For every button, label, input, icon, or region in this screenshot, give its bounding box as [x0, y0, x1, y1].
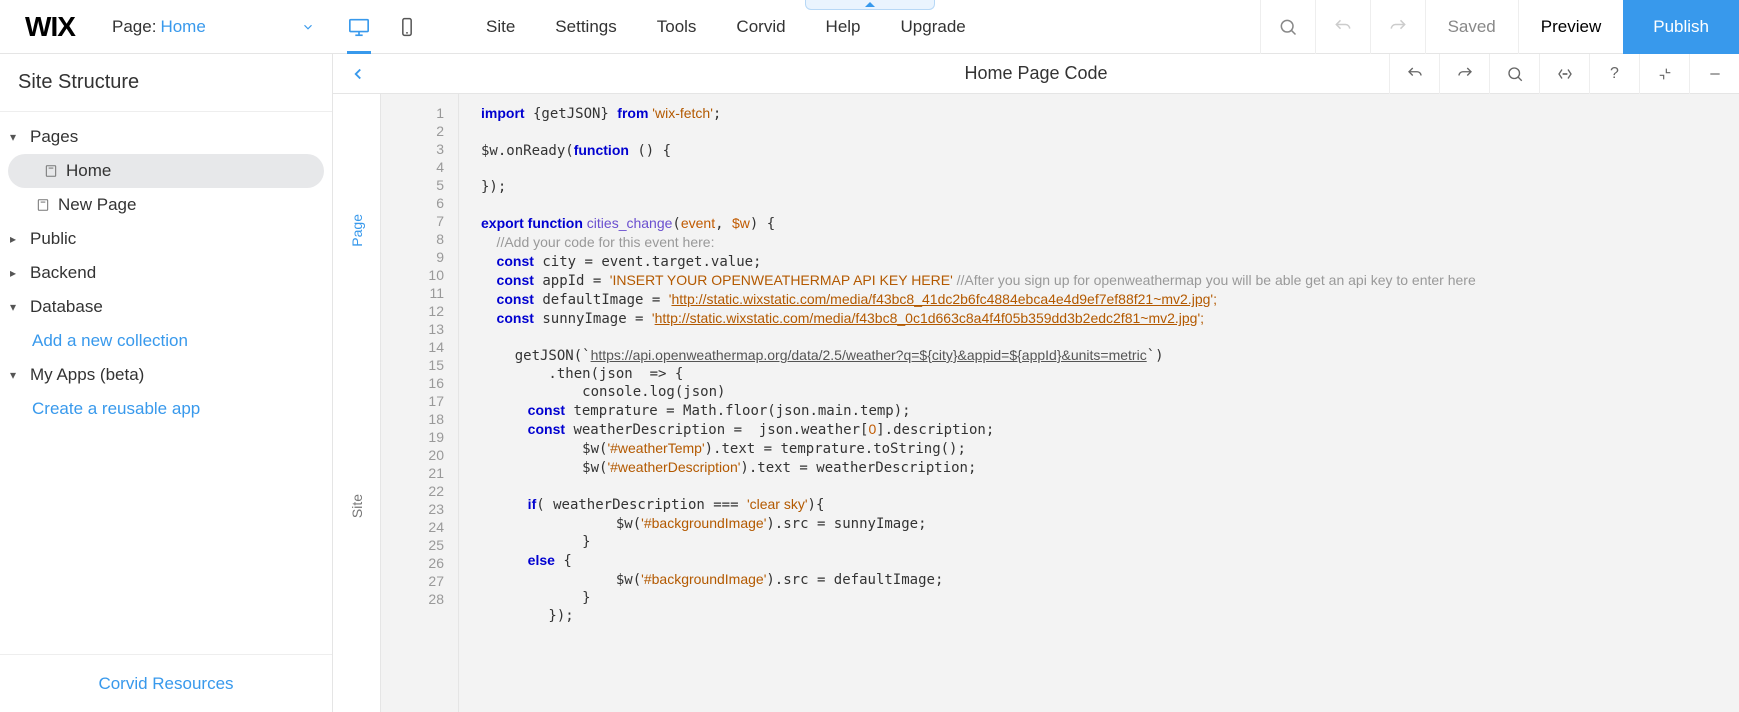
- line-gutter: 1234567891011121314151617181920212223242…: [381, 94, 459, 712]
- vertical-tabs: Page Site: [333, 94, 381, 712]
- panel-handle[interactable]: [805, 0, 935, 10]
- code-help-icon[interactable]: ?: [1589, 54, 1639, 94]
- tree-label: New Page: [58, 195, 136, 215]
- tree-page-home[interactable]: Home: [8, 154, 324, 188]
- page-icon: [36, 198, 52, 212]
- tree-public[interactable]: ▸ Public: [0, 222, 332, 256]
- page-selector-value: Home: [160, 17, 205, 37]
- code-header-title: Home Page Code: [964, 63, 1107, 84]
- tree-label: My Apps (beta): [30, 365, 144, 385]
- code-editor-area: Home Page Code ? Page Site 1234567891011…: [333, 54, 1739, 712]
- code-body: Page Site 123456789101112131415161718192…: [333, 94, 1739, 712]
- chevron-right-icon: ▸: [10, 266, 24, 280]
- tree-pages[interactable]: ▾ Pages: [0, 120, 332, 154]
- page-selector[interactable]: Page: Home: [100, 17, 335, 37]
- wix-logo[interactable]: WIX: [0, 11, 100, 43]
- code-brackets-icon[interactable]: [1539, 54, 1589, 94]
- tree-label: Public: [30, 229, 76, 249]
- code-header-bar: Home Page Code ?: [333, 54, 1739, 94]
- page-selector-label: Page:: [112, 17, 156, 37]
- corvid-resources-link[interactable]: Corvid Resources: [0, 654, 332, 712]
- vtab-site[interactable]: Site: [349, 494, 365, 518]
- vtab-page[interactable]: Page: [349, 214, 365, 247]
- site-tree: ▾ Pages Home New Page ▸ Public ▸: [0, 112, 332, 654]
- create-app-link[interactable]: Create a reusable app: [0, 392, 332, 426]
- menu-corvid[interactable]: Corvid: [736, 17, 785, 37]
- page-icon: [44, 164, 60, 178]
- code-collapse-icon[interactable]: [1639, 54, 1689, 94]
- menu-tools[interactable]: Tools: [657, 17, 697, 37]
- publish-button[interactable]: Publish: [1623, 0, 1739, 54]
- chevron-down-icon: [301, 20, 315, 34]
- redo-icon[interactable]: [1370, 0, 1425, 54]
- tree-page-new[interactable]: New Page: [0, 188, 332, 222]
- tree-database[interactable]: ▾ Database: [0, 290, 332, 324]
- menu-settings[interactable]: Settings: [555, 17, 616, 37]
- menu-help[interactable]: Help: [826, 17, 861, 37]
- menu-upgrade[interactable]: Upgrade: [901, 17, 966, 37]
- top-menu: Site Settings Tools Corvid Help Upgrade: [431, 17, 1260, 37]
- preview-button[interactable]: Preview: [1518, 0, 1623, 54]
- top-bar: WIX Page: Home Site Settings Tools Corvi…: [0, 0, 1739, 54]
- menu-site[interactable]: Site: [486, 17, 515, 37]
- tree-backend[interactable]: ▸ Backend: [0, 256, 332, 290]
- chevron-right-icon: ▸: [10, 232, 24, 246]
- add-collection-link[interactable]: Add a new collection: [0, 324, 332, 358]
- site-structure-title: Site Structure: [0, 54, 332, 112]
- site-structure-panel: Site Structure ▾ Pages Home New Page ▸ P: [0, 54, 333, 712]
- code-toolbar: ?: [1389, 54, 1739, 94]
- tree-label: Home: [66, 161, 111, 181]
- chevron-down-icon: ▾: [10, 300, 24, 314]
- zoom-icon[interactable]: [1260, 0, 1315, 54]
- code-search-icon[interactable]: [1489, 54, 1539, 94]
- tree-label: Pages: [30, 127, 78, 147]
- chevron-down-icon: ▾: [10, 130, 24, 144]
- back-arrow-icon[interactable]: [333, 65, 383, 83]
- mobile-view-button[interactable]: [383, 0, 431, 54]
- tree-label: Database: [30, 297, 103, 317]
- undo-icon[interactable]: [1315, 0, 1370, 54]
- code-redo-icon[interactable]: [1439, 54, 1489, 94]
- code-minimize-icon[interactable]: [1689, 54, 1739, 94]
- code-undo-icon[interactable]: [1389, 54, 1439, 94]
- tree-myapps[interactable]: ▾ My Apps (beta): [0, 358, 332, 392]
- chevron-down-icon: ▾: [10, 368, 24, 382]
- tree-label: Backend: [30, 263, 96, 283]
- top-right-controls: Saved Preview Publish: [1260, 0, 1739, 53]
- saved-status: Saved: [1425, 0, 1518, 54]
- desktop-view-button[interactable]: [335, 0, 383, 54]
- code-text[interactable]: import {getJSON} from 'wix-fetch'; $w.on…: [459, 94, 1739, 712]
